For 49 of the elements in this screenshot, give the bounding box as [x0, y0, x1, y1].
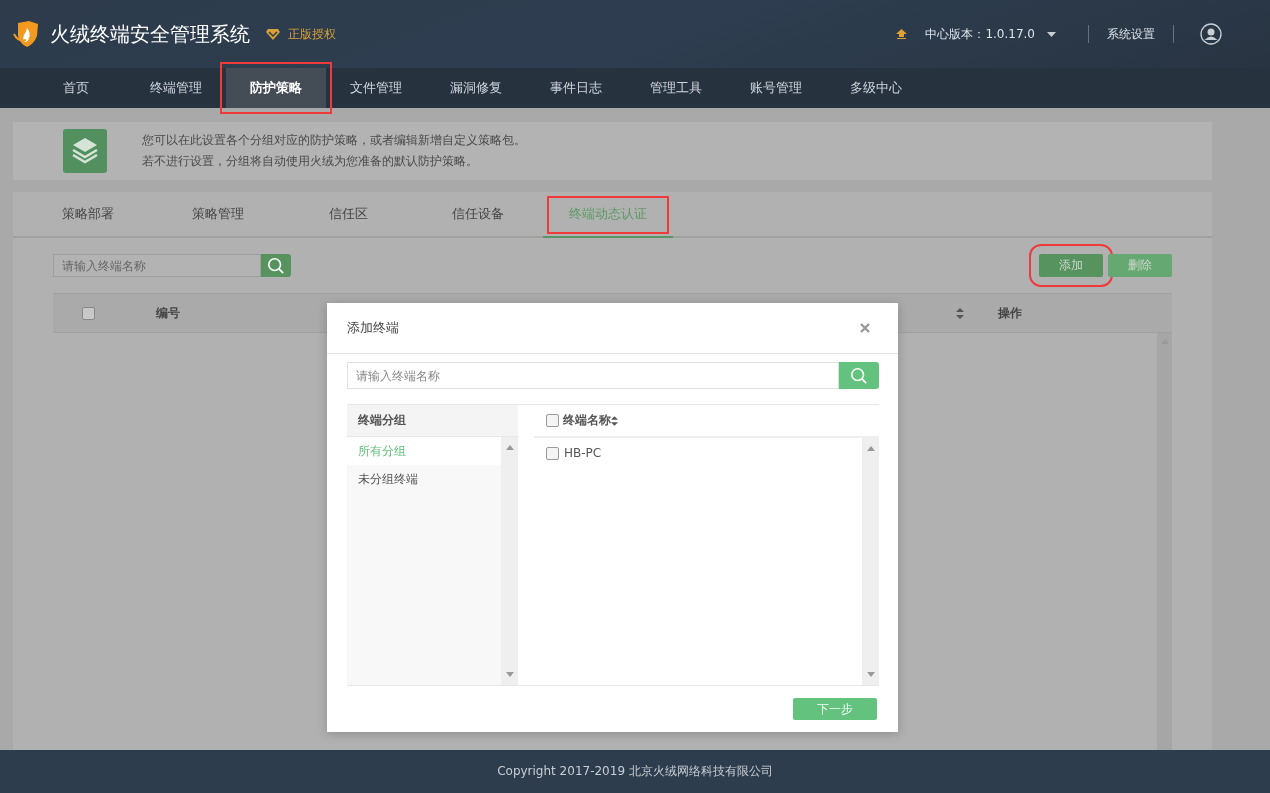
- upload-arrow-icon: [896, 29, 908, 39]
- tab[interactable]: 策略管理: [153, 192, 283, 238]
- nav-item[interactable]: 文件管理: [326, 68, 426, 108]
- info-text: 您可以在此设置各个分组对应的防护策略，或者编辑新增自定义策略包。: [142, 132, 526, 149]
- group-header: 终端分组: [358, 412, 406, 429]
- nav-item[interactable]: 终端管理: [126, 68, 226, 108]
- app-title: 火绒终端安全管理系统: [50, 20, 250, 48]
- nav-item[interactable]: 账号管理: [726, 68, 826, 108]
- system-settings-link[interactable]: 系统设置: [1107, 25, 1155, 43]
- sort-icon[interactable]: [611, 415, 618, 426]
- search-field[interactable]: 请输入终端名称: [53, 254, 261, 277]
- column-header: 编号: [156, 304, 180, 322]
- scroll-up-icon[interactable]: [866, 446, 875, 451]
- nav-item[interactable]: 事件日志: [526, 68, 626, 108]
- scroll-up-icon[interactable]: [505, 445, 514, 450]
- column-header: 终端名称: [563, 412, 611, 429]
- tab[interactable]: 信任区: [283, 192, 413, 238]
- nav-item[interactable]: 首页: [26, 68, 126, 108]
- tab[interactable]: 信任设备: [413, 192, 543, 238]
- scrollbar[interactable]: [1157, 333, 1172, 750]
- checkbox[interactable]: [546, 446, 559, 460]
- info-text: 若不进行设置，分组将自动使用火绒为您准备的默认防护策略。: [142, 153, 479, 170]
- search-icon: [850, 366, 868, 385]
- nav-item[interactable]: 防护策略: [226, 68, 326, 108]
- checkbox[interactable]: [546, 414, 559, 427]
- copyright-text: Copyright 2017-2019 北京火绒网络科技有限公司: [497, 763, 773, 780]
- search-icon: [267, 256, 285, 275]
- license-label: 正版授权: [288, 25, 336, 43]
- sort-icon[interactable]: [956, 307, 964, 319]
- search-button[interactable]: [261, 254, 291, 277]
- layers-icon: [63, 129, 107, 173]
- caret-icon[interactable]: [1047, 31, 1056, 37]
- scrollbar[interactable]: [501, 437, 518, 685]
- dialog-title: 添加终端: [347, 319, 399, 337]
- column-header: 操作: [998, 304, 1022, 322]
- nav-item[interactable]: 管理工具: [626, 68, 726, 108]
- diamond-icon: [266, 28, 280, 40]
- nav-item[interactable]: 漏洞修复: [426, 68, 526, 108]
- scroll-down-icon[interactable]: [505, 672, 514, 677]
- version-label[interactable]: 中心版本：1.0.17.0: [925, 25, 1035, 43]
- search-button[interactable]: [839, 362, 879, 389]
- user-avatar-icon[interactable]: [1200, 23, 1222, 45]
- terminal-name: HB-PC: [564, 446, 602, 460]
- tab[interactable]: 策略部署: [23, 192, 153, 238]
- scroll-down-icon[interactable]: [866, 672, 875, 677]
- checkbox[interactable]: [81, 306, 95, 320]
- nav-item[interactable]: 多级中心: [826, 68, 926, 108]
- scrollbar[interactable]: [862, 438, 879, 685]
- close-icon[interactable]: [860, 323, 870, 333]
